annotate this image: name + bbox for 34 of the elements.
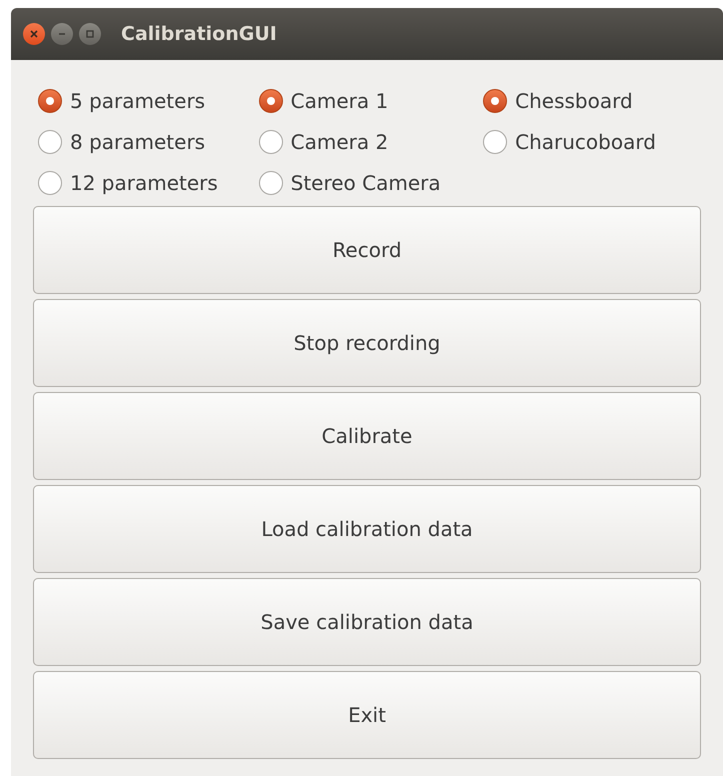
radio-label: 8 parameters [70,128,206,156]
radio-option[interactable]: 5 parameters [38,80,259,121]
radio-option[interactable]: Camera 1 [258,80,484,121]
radio-option[interactable]: Charucoboard [483,121,696,162]
maximize-icon[interactable] [79,23,101,45]
radio-option[interactable]: 8 parameters [38,121,259,162]
radio-button[interactable] [38,130,62,154]
radio-label: Camera 1 [290,88,388,114]
radio-option[interactable]: Camera 2 [258,121,484,162]
action-button[interactable]: Calibrate [33,392,701,480]
close-icon[interactable] [23,23,45,45]
radio-label: 12 parameters [70,170,218,196]
action-button[interactable]: Save calibration data [33,578,701,666]
radio-option[interactable]: 12 parameters [38,162,259,203]
radio-button[interactable] [38,170,62,194]
radio-label: Stereo Camera [290,170,441,196]
radio-button[interactable] [258,88,283,112]
radio-button[interactable] [483,88,508,112]
radio-button[interactable] [483,130,508,154]
radio-button[interactable] [258,130,283,154]
action-button[interactable]: Load calibration data [33,485,701,573]
radio-label: Chessboard [515,88,633,114]
window-title: CalibrationGUI [121,22,277,47]
radio-label: 5 parameters [70,88,206,114]
radio-option[interactable]: Stereo Camera [258,162,484,203]
action-button[interactable]: Record [33,206,701,294]
radio-label: Camera 2 [290,128,388,156]
minimize-icon[interactable] [51,23,73,45]
action-button[interactable]: Stop recording [33,299,701,387]
radio-button[interactable] [38,88,62,112]
radio-button[interactable] [258,170,283,194]
action-button[interactable]: Exit [33,671,701,759]
radio-option[interactable]: Chessboard [483,80,696,121]
radio-label: Charucoboard [515,128,656,156]
